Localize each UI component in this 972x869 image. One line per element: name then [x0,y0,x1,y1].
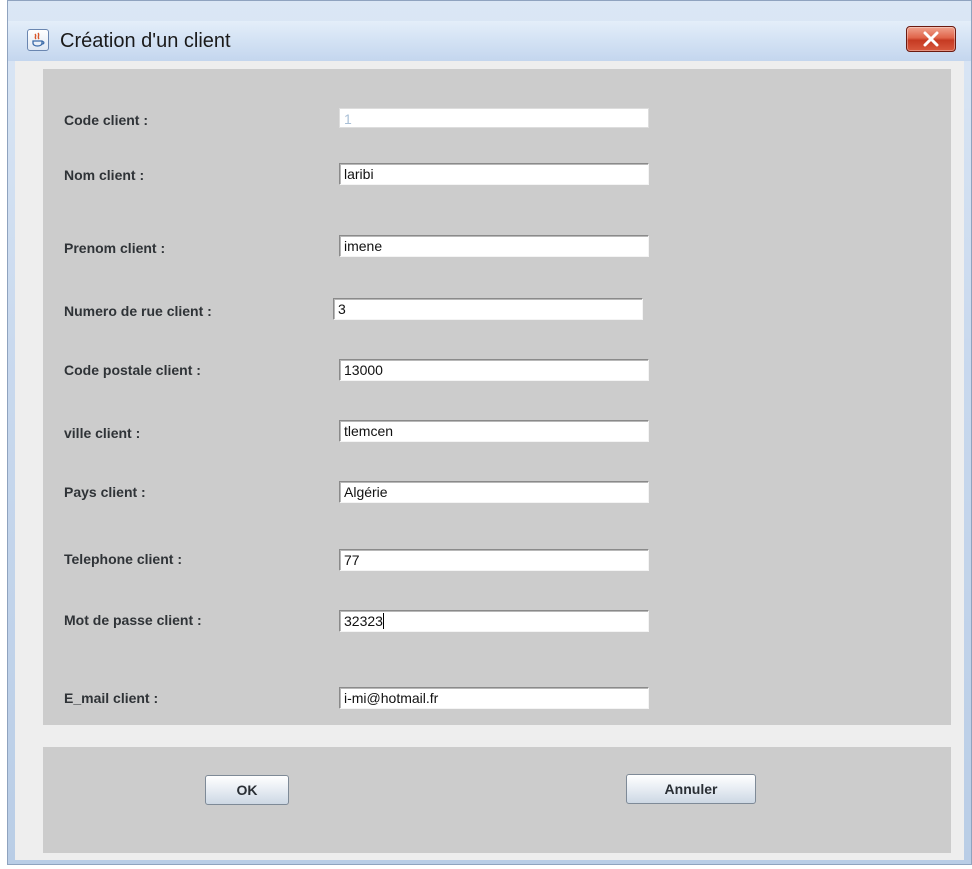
telephone-client-field[interactable]: 77 [339,549,649,571]
label-ville-client: ville client : [64,425,141,441]
title-bar[interactable]: Création d'un client [8,21,971,61]
numero-rue-client-field[interactable]: 3 [333,298,643,320]
label-nom-client: Nom client : [64,167,145,183]
annuler-button[interactable]: Annuler [626,774,756,804]
pays-client-field[interactable]: Algérie [339,481,649,503]
button-panel: OK Annuler [43,747,951,853]
code-postale-client-field[interactable]: 13000 [339,359,649,381]
label-mot-de-passe-client: Mot de passe client : [64,612,202,628]
prenom-client-field[interactable]: imene [339,235,649,257]
mot-de-passe-client-field[interactable]: 32323 [339,610,649,632]
close-icon [923,31,939,47]
ville-client-field[interactable]: tlemcen [339,420,649,442]
nom-client-field[interactable]: laribi [339,163,649,185]
label-pays-client: Pays client : [64,484,146,500]
ok-button[interactable]: OK [205,775,289,805]
java-icon [27,29,49,51]
code-client-field: 1 [339,108,649,128]
label-prenom-client: Prenom client : [64,240,166,256]
label-numero-rue-client: Numero de rue client : [64,303,212,319]
label-code-postale-client: Code postale client : [64,362,201,378]
close-button[interactable] [906,26,956,52]
label-telephone-client: Telephone client : [64,551,182,567]
text-caret [382,613,384,629]
dialog-content: Code client : 1 Nom client : laribi Pren… [15,61,964,860]
email-client-field[interactable]: i-mi@hotmail.fr [339,687,649,709]
dialog-window: Création d'un client Code client : 1 Nom… [7,0,972,865]
form-panel: Code client : 1 Nom client : laribi Pren… [43,69,951,725]
mot-de-passe-value: 32323 [344,613,383,629]
label-email-client: E_mail client : [64,690,159,706]
window-title: Création d'un client [60,30,231,52]
label-code-client: Code client : [64,112,149,128]
